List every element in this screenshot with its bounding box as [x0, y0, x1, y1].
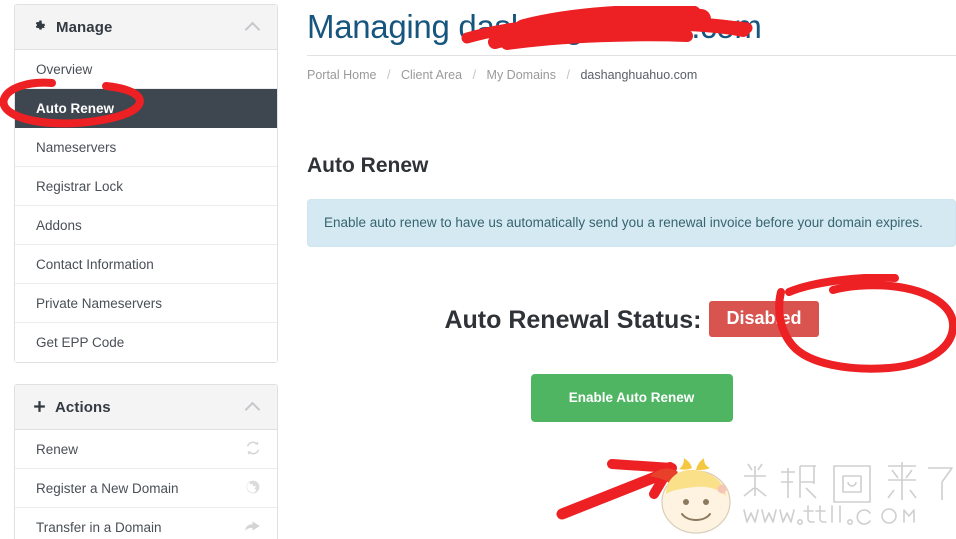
- sidebar-item-register-new-domain[interactable]: Register a New Domain: [15, 469, 277, 508]
- actions-panel-header[interactable]: Actions: [15, 385, 277, 430]
- sidebar-item-label: Nameservers: [36, 139, 117, 155]
- sidebar-item-private-nameservers[interactable]: Private Nameservers: [15, 284, 277, 323]
- breadcrumb-separator: /: [386, 68, 391, 82]
- page-root: Manage Overview Auto Renew Nameservers R…: [0, 0, 956, 539]
- gear-icon: [33, 19, 47, 35]
- breadcrumb-separator: /: [472, 68, 477, 82]
- breadcrumb-item-portal-home[interactable]: Portal Home: [307, 68, 376, 82]
- enable-button-wrapper: Enable Auto Renew: [307, 373, 956, 422]
- sidebar-item-get-epp-code[interactable]: Get EPP Code: [15, 323, 277, 362]
- sidebar-item-label: Registrar Lock: [36, 178, 124, 194]
- sidebar-item-contact-information[interactable]: Contact Information: [15, 245, 277, 284]
- info-alert-text: Enable auto renew to have us automatical…: [324, 215, 923, 230]
- auto-renewal-status-row: Auto Renewal Status: Disabled: [307, 300, 956, 337]
- sidebar-item-label: Get EPP Code: [36, 335, 125, 350]
- breadcrumb-item-current-domain: dashanghuahuo.com: [580, 68, 698, 82]
- page-title: Managing dashanghuahuo.com: [307, 8, 762, 45]
- sidebar-item-nameservers[interactable]: Nameservers: [15, 128, 277, 167]
- sidebar-item-label: Private Nameservers: [36, 295, 163, 311]
- sidebar-item-label: Contact Information: [36, 256, 154, 272]
- manage-panel-header[interactable]: Manage: [15, 5, 277, 50]
- globe-icon: [245, 479, 261, 498]
- sidebar-item-label: Renew: [36, 441, 79, 457]
- sidebar: Manage Overview Auto Renew Nameservers R…: [14, 4, 278, 539]
- sidebar-item-overview[interactable]: Overview: [15, 50, 277, 89]
- plus-icon: [33, 400, 46, 415]
- breadcrumb-separator: /: [566, 68, 570, 82]
- actions-panel: Actions Renew Register a New Domain Tran…: [14, 384, 278, 539]
- share-arrow-icon: [244, 518, 261, 537]
- sidebar-item-renew[interactable]: Renew: [15, 430, 277, 469]
- section-title: Auto Renew: [307, 154, 429, 177]
- sidebar-item-label: Addons: [36, 217, 82, 233]
- auto-renewal-status-label: Auto Renewal Status:: [444, 305, 702, 334]
- sidebar-item-label: Overview: [36, 61, 93, 77]
- status-badge: Disabled: [709, 300, 819, 337]
- sidebar-item-addons[interactable]: Addons: [15, 206, 277, 245]
- manage-panel: Manage Overview Auto Renew Nameservers R…: [14, 4, 278, 363]
- sidebar-item-label: Transfer in a Domain: [36, 520, 162, 535]
- breadcrumb-item-client-area[interactable]: Client Area: [401, 68, 462, 82]
- sidebar-item-registrar-lock[interactable]: Registrar Lock: [15, 167, 277, 206]
- manage-nav-list: Overview Auto Renew Nameservers Registra…: [15, 50, 277, 362]
- actions-nav-list: Renew Register a New Domain Transfer in …: [15, 430, 277, 539]
- breadcrumb: Portal Home / Client Area / My Domains /…: [307, 56, 956, 82]
- sidebar-item-transfer-in-domain[interactable]: Transfer in a Domain: [15, 508, 277, 539]
- actions-panel-title: Actions: [55, 398, 111, 416]
- sidebar-item-auto-renew[interactable]: Auto Renew: [15, 89, 277, 128]
- sidebar-item-label: Register a New Domain: [36, 480, 179, 496]
- manage-panel-title: Manage: [56, 18, 113, 36]
- enable-auto-renew-button[interactable]: Enable Auto Renew: [530, 373, 733, 422]
- sidebar-item-label: Auto Renew: [36, 100, 115, 116]
- refresh-icon: [245, 440, 261, 459]
- breadcrumb-item-my-domains[interactable]: My Domains: [487, 68, 556, 82]
- chevron-up-icon[interactable]: [245, 19, 261, 35]
- chevron-up-icon[interactable]: [245, 399, 261, 415]
- main-content: Managing dashanghuahuo.com Portal Home /…: [307, 0, 956, 539]
- info-alert: Enable auto renew to have us automatical…: [307, 199, 956, 247]
